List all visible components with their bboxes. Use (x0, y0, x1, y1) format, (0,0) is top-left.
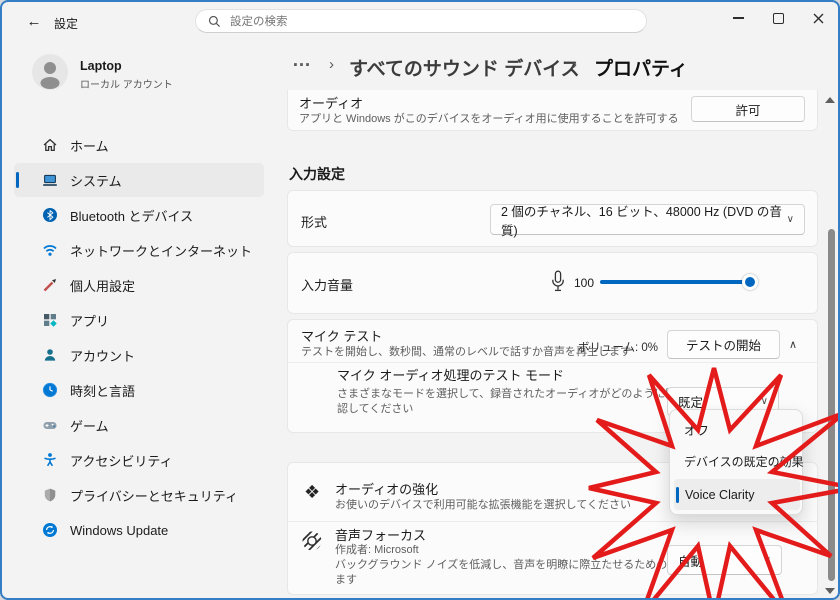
start-test-button[interactable]: テストの開始 (667, 330, 780, 359)
test-mode-dropdown-flyout: オフ デバイスの既定の効果 Voice Clarity (669, 409, 804, 515)
personalization-icon (43, 279, 56, 292)
sidebar-item-windows-update[interactable]: Windows Update (14, 513, 264, 547)
gaming-icon (43, 422, 57, 429)
scrollbar-down-arrow[interactable] (825, 588, 835, 594)
system-icon (43, 174, 57, 186)
sidebar-item-label: ホーム (70, 138, 109, 154)
input-volume-value: 100 (574, 276, 595, 290)
sidebar-item-label: プライバシーとセキュリティ (70, 488, 238, 504)
sidebar-item-label: アプリ (70, 313, 110, 329)
dropdown-option-device-default[interactable]: デバイスの既定の効果 (674, 446, 810, 476)
search-input[interactable] (228, 12, 612, 32)
allow-button[interactable]: 許可 (691, 96, 805, 122)
network-icon (43, 245, 57, 256)
maximize-icon (772, 12, 784, 24)
voice-focus-value: 自動 (678, 554, 704, 569)
time-language-icon (42, 382, 58, 398)
sidebar-item-accounts[interactable]: アカウント (14, 338, 264, 372)
sidebar-item-system[interactable]: システム (14, 163, 264, 197)
sidebar-item-privacy-security[interactable]: プライバシーとセキュリティ (14, 478, 264, 512)
sidebar-item-label: ネットワークとインターネット (70, 243, 253, 259)
chevron-up-icon[interactable]: ∧ (789, 338, 797, 351)
dropdown-option-off[interactable]: オフ (674, 414, 810, 444)
search-box[interactable] (195, 9, 647, 33)
sidebar-item-label: Windows Update (70, 522, 169, 538)
voice-focus-author: 作成者: Microsoft (335, 544, 419, 556)
user-name: Laptop (80, 59, 122, 73)
close-icon (813, 13, 823, 23)
sidebar-item-label: Bluetooth とデバイス (70, 208, 194, 224)
apps-icon (44, 314, 57, 327)
row-divider (288, 521, 817, 522)
sidebar-item-home[interactable]: ホーム (14, 128, 264, 162)
back-button[interactable]: ← (20, 8, 48, 34)
breadcrumb-ellipsis[interactable]: … (292, 50, 311, 72)
format-combobox[interactable]: 2 個のチャネル、16 ビット、48000 Hz (DVD の音質) ∨ (490, 204, 805, 238)
chevron-down-icon: ∨ (786, 214, 794, 225)
close-button[interactable] (798, 4, 838, 32)
maximize-button[interactable] (758, 4, 798, 32)
scrollbar[interactable] (822, 90, 838, 598)
person-icon (40, 62, 60, 89)
row-divider (288, 362, 817, 363)
breadcrumb-parent[interactable]: すべてのサウンド デバイス (349, 54, 580, 81)
bluetooth-icon (43, 208, 57, 222)
audio-enhance-desc: お使いのデバイスで利用可能な拡張機能を選択してください (335, 499, 632, 511)
sidebar-item-personalization[interactable]: 個人用設定 (14, 268, 264, 302)
dropdown-option-voice-clarity[interactable]: Voice Clarity (674, 479, 800, 510)
test-mode-title: マイク オーディオ処理のテスト モード (337, 368, 565, 383)
accounts-icon (44, 349, 56, 361)
sidebar-item-accessibility[interactable]: アクセシビリティ (14, 443, 264, 477)
settings-window: ← 設定 Laptop ローカル アカウント ホーム (0, 0, 840, 600)
search-icon (208, 15, 221, 28)
minimize-button[interactable] (718, 4, 758, 32)
home-icon (43, 138, 57, 152)
sidebar-item-time-language[interactable]: 時刻と言語 (14, 373, 264, 407)
sidebar-item-label: 個人用設定 (70, 278, 136, 294)
format-value: 2 個のチャネル、16 ビット、48000 Hz (DVD の音質) (501, 204, 782, 238)
microphone-icon (552, 270, 564, 292)
accessibility-icon (44, 453, 56, 467)
chevron-down-icon: ∨ (763, 554, 771, 566)
audio-desc: アプリと Windows がこのデバイスをオーディオ用に使用することを許可する (299, 113, 679, 125)
voice-focus-combobox[interactable]: 自動 ∨ (667, 545, 782, 575)
selection-indicator (16, 172, 19, 188)
input-volume-slider-track[interactable] (600, 280, 752, 284)
sidebar-item-label: アクセシビリティ (70, 453, 173, 469)
sidebar-item-label: ゲーム (70, 418, 109, 434)
audio-enhance-icon: ❖ (304, 482, 321, 502)
sidebar-item-network-internet[interactable]: ネットワークとインターネット (14, 233, 264, 267)
input-settings-header: 入力設定 (289, 166, 345, 182)
windows-update-icon (43, 523, 57, 537)
sidebar-item-label: 時刻と言語 (70, 383, 136, 399)
sidebar-item-apps[interactable]: アプリ (14, 303, 264, 337)
slider-thumb-dot (745, 277, 755, 287)
format-label: 形式 (301, 215, 328, 230)
chevron-down-icon: ∨ (760, 396, 768, 407)
back-icon: ← (26, 12, 42, 30)
breadcrumb-separator: › (572, 56, 577, 73)
sidebar-item-bluetooth-devices[interactable]: Bluetooth とデバイス (14, 198, 264, 232)
scrollbar-thumb[interactable] (828, 229, 835, 581)
selected-option-indicator (676, 487, 679, 503)
minimize-icon (732, 17, 744, 19)
test-mode-desc-line2: 認してください (337, 403, 414, 415)
voice-focus-icon (302, 531, 322, 551)
mic-test-volume-readout: ボリューム: 0% (577, 342, 658, 354)
breadcrumb-current: プロパティ (594, 59, 688, 80)
sidebar-item-label: アカウント (70, 348, 136, 364)
user-account-type: ローカル アカウント (80, 80, 173, 91)
input-volume-label: 入力音量 (301, 278, 354, 293)
sidebar-item-label: システム (70, 173, 122, 189)
privacy-icon (44, 488, 56, 502)
breadcrumb-separator: › (329, 56, 334, 73)
sidebar-item-gaming[interactable]: ゲーム (14, 408, 264, 442)
app-title: 設定 (54, 17, 79, 31)
scrollbar-up-arrow[interactable] (825, 97, 835, 103)
avatar[interactable] (32, 54, 68, 90)
voice-focus-desc-line2: ます (335, 574, 357, 586)
dropdown-option-label: Voice Clarity (685, 487, 755, 502)
input-volume-slider-thumb[interactable] (742, 274, 758, 290)
